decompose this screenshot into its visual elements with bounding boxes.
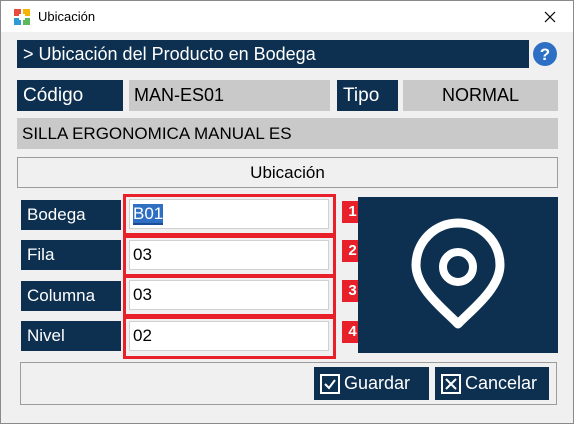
x-box-icon xyxy=(441,373,461,394)
svg-text:?: ? xyxy=(540,45,550,64)
check-box-icon xyxy=(320,373,340,394)
codigo-value: MAN-ES01 xyxy=(129,80,330,111)
annotation-box-4 xyxy=(123,316,336,359)
product-description: SILLA ERGONOMICA MANUAL ES xyxy=(17,118,558,149)
location-pin-icon xyxy=(411,218,505,329)
dialog-window: Ubicación > Ubicación del Producto en Bo… xyxy=(0,0,574,424)
annotation-box-3 xyxy=(123,275,336,317)
cancel-button[interactable]: Cancelar xyxy=(435,367,549,400)
annotation-box-1 xyxy=(123,194,336,236)
tipo-value: NORMAL xyxy=(403,80,558,111)
tipo-label: Tipo xyxy=(337,80,398,111)
columna-label: Columna xyxy=(21,281,121,311)
section-title: Ubicación xyxy=(17,157,558,188)
save-button[interactable]: Guardar xyxy=(314,367,429,400)
annotation-box-2 xyxy=(123,235,336,277)
codigo-label: Código xyxy=(17,80,123,111)
close-icon xyxy=(544,11,556,22)
close-button[interactable] xyxy=(527,1,573,32)
location-panel xyxy=(358,197,558,353)
app-logo-icon xyxy=(14,9,30,25)
page-title: > Ubicación del Producto en Bodega xyxy=(17,40,529,68)
nivel-label: Nivel xyxy=(21,321,121,351)
window-title: Ubicación xyxy=(38,9,96,24)
fila-label: Fila xyxy=(21,240,121,270)
save-button-label: Guardar xyxy=(344,373,411,393)
bodega-label: Bodega xyxy=(21,200,121,230)
cancel-button-label: Cancelar xyxy=(465,373,538,393)
title-bar: Ubicación xyxy=(1,1,573,32)
help-icon[interactable]: ? xyxy=(532,41,558,67)
